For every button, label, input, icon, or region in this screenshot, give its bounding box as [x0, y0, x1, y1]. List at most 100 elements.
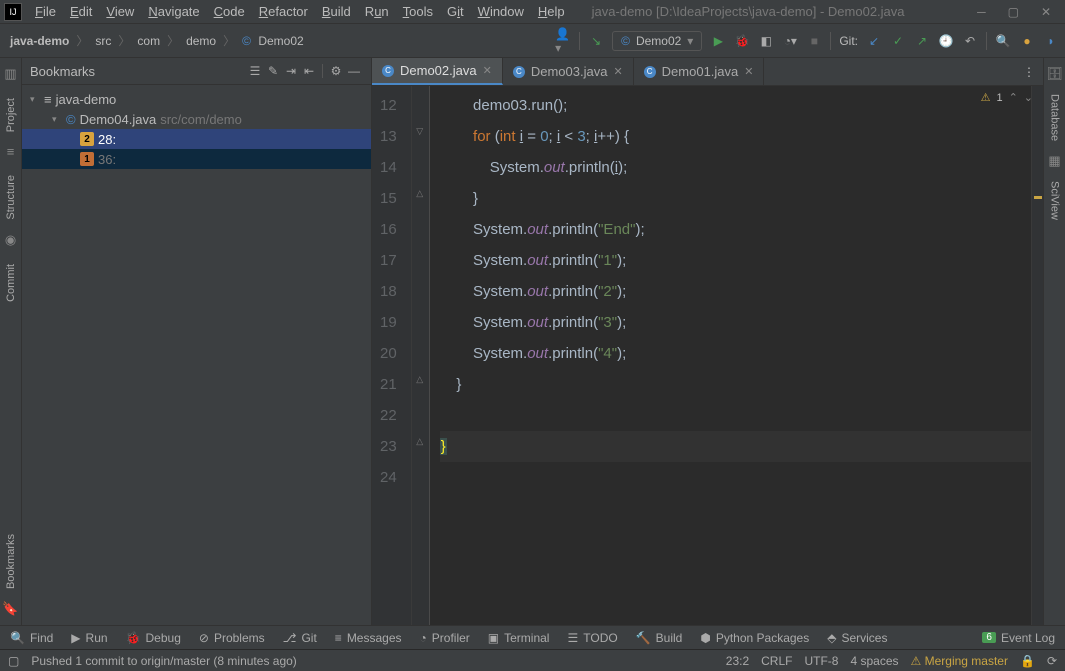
menu-file[interactable]: File — [28, 4, 63, 19]
menu-help[interactable]: Help — [531, 4, 572, 19]
debug-icon[interactable]: 🐞 — [734, 33, 750, 49]
tool-event-log[interactable]: 6 Event Log — [982, 631, 1055, 645]
code-area[interactable]: 12131415161718192021222324 ▽ △ △ △ demo0… — [372, 86, 1043, 625]
tab-project[interactable]: Project — [3, 90, 19, 140]
tool-python[interactable]: ⬢ Python Packages — [700, 631, 809, 645]
maximize-icon[interactable]: ▢ — [1008, 5, 1019, 19]
bookmark-icon[interactable]: 🔖 — [2, 601, 18, 617]
sciview-icon[interactable]: ▦ — [1048, 153, 1060, 169]
class-icon: C — [382, 65, 394, 77]
tab-menu-icon[interactable]: ⋮ — [1015, 58, 1043, 85]
sync-icon[interactable]: ⟳ — [1047, 654, 1057, 668]
ide-settings-icon[interactable]: ● — [1019, 33, 1035, 49]
minimize-icon[interactable]: ─ — [977, 5, 986, 19]
tab-bookmarks[interactable]: Bookmarks — [3, 526, 19, 597]
line-gutter[interactable]: 12131415161718192021222324 — [372, 86, 412, 625]
menu-navigate[interactable]: Navigate — [141, 4, 206, 19]
close-tab-icon[interactable]: ✕ — [744, 65, 753, 78]
collapse-icon[interactable]: ⇥ — [282, 64, 300, 78]
tool-services[interactable]: ⬘ Services — [827, 631, 887, 645]
git-update-icon[interactable]: ↙ — [866, 33, 882, 49]
close-tab-icon[interactable]: ✕ — [483, 64, 492, 77]
tool-debug[interactable]: 🐞 Debug — [126, 631, 181, 645]
code-content[interactable]: demo03.run(); for (int i = 0; i < 3; i++… — [430, 86, 1031, 625]
error-stripe[interactable] — [1031, 86, 1043, 625]
inspection-widget[interactable]: ⚠1 ⌃⌄ — [981, 91, 1033, 104]
editor-tab[interactable]: C Demo03.java ✕ — [503, 58, 634, 85]
build-icon[interactable]: ↘ — [588, 33, 604, 49]
tool-profiler[interactable]: ◔ Profiler — [420, 631, 470, 645]
git-rollback-icon[interactable]: ↶ — [962, 33, 978, 49]
gear-icon[interactable]: ⚙ — [327, 64, 345, 78]
tool-build[interactable]: 🔨 Build — [636, 631, 683, 645]
tab-sciview[interactable]: SciView — [1047, 173, 1063, 228]
avatar-icon[interactable]: ◗ — [1043, 33, 1059, 49]
profile-icon[interactable]: ◔▾ — [782, 33, 798, 49]
coverage-icon[interactable]: ◧ — [758, 33, 774, 49]
breadcrumb-item[interactable]: © Demo02 — [238, 34, 308, 48]
git-push-icon[interactable]: ↗ — [914, 33, 930, 49]
tool-todo[interactable]: ☰ TODO — [567, 631, 617, 645]
close-icon[interactable]: ✕ — [1041, 5, 1051, 19]
lock-icon[interactable]: 🔒 — [1020, 654, 1035, 668]
breadcrumb-item[interactable]: java-demo — [6, 34, 73, 48]
edit-icon[interactable]: ✎ — [264, 64, 282, 78]
menu-window[interactable]: Window — [471, 4, 531, 19]
bookmark-tree: ▾≡java-demo ▾ © Demo04.java src/com/demo… — [22, 85, 371, 173]
line-separator[interactable]: CRLF — [761, 654, 792, 668]
breadcrumb-item[interactable]: demo — [182, 34, 220, 48]
menu-build[interactable]: Build — [315, 4, 358, 19]
stop-icon[interactable]: ■ — [806, 33, 822, 49]
tool-git[interactable]: ⎇ Git — [283, 631, 317, 645]
caret-position[interactable]: 23:2 — [726, 654, 749, 668]
indent-settings[interactable]: 4 spaces — [850, 654, 898, 668]
menu-edit[interactable]: Edit — [63, 4, 99, 19]
database-icon[interactable]: 🗄 — [1046, 66, 1063, 82]
menu-tools[interactable]: Tools — [396, 4, 440, 19]
folder-icon[interactable]: ▥ — [4, 66, 16, 82]
tool-problems[interactable]: ⊘ Problems — [199, 631, 265, 645]
run-icon[interactable]: ▶ — [710, 33, 726, 49]
tab-commit[interactable]: Commit — [3, 256, 19, 310]
menu-run[interactable]: Run — [358, 4, 396, 19]
tool-find[interactable]: 🔍 Find — [10, 631, 53, 645]
close-tab-icon[interactable]: ✕ — [613, 65, 622, 78]
toolwindow-toggle-icon[interactable]: ▢ — [8, 654, 19, 668]
file-encoding[interactable]: UTF-8 — [804, 654, 838, 668]
search-icon[interactable]: 🔍 — [995, 33, 1011, 49]
expand-icon[interactable]: ⇤ — [300, 64, 318, 78]
tree-file[interactable]: ▾ © Demo04.java src/com/demo — [22, 109, 371, 129]
breadcrumb-item[interactable]: com — [133, 34, 164, 48]
left-tool-gutter: ▥ Project ≡ Structure ◉ Commit Bookmarks… — [0, 58, 22, 625]
fold-gutter[interactable]: ▽ △ △ △ — [412, 86, 430, 625]
run-config-selector[interactable]: ©Demo02▾ — [612, 31, 702, 51]
git-commit-icon[interactable]: ✓ — [890, 33, 906, 49]
tool-run[interactable]: ▶ Run — [71, 631, 107, 645]
hide-icon[interactable]: — — [345, 64, 363, 78]
structure-icon[interactable]: ≡ — [7, 144, 15, 159]
tree-root[interactable]: ▾≡java-demo — [22, 89, 371, 109]
git-label: Git: — [839, 34, 858, 48]
menu-view[interactable]: View — [99, 4, 141, 19]
user-icon[interactable]: 👤▾ — [555, 33, 571, 49]
menu-refactor[interactable]: Refactor — [252, 4, 315, 19]
tool-terminal[interactable]: ▣ Terminal — [488, 631, 550, 645]
git-branch[interactable]: ⚠ Merging master — [911, 654, 1008, 668]
git-history-icon[interactable]: 🕘 — [938, 33, 954, 49]
editor-tab[interactable]: C Demo02.java ✕ — [372, 58, 503, 85]
editor-tab[interactable]: C Demo01.java ✕ — [634, 58, 765, 85]
menu-code[interactable]: Code — [207, 4, 252, 19]
tab-structure[interactable]: Structure — [3, 167, 19, 228]
tool-messages[interactable]: ≡ Messages — [335, 631, 402, 645]
right-tool-gutter: 🗄 Database ▦ SciView — [1043, 58, 1065, 625]
breadcrumb-item[interactable]: src — [91, 34, 115, 48]
menubar: IJ File Edit View Navigate Code Refactor… — [0, 0, 1065, 24]
bookmark-item[interactable]: 1 36: — [22, 149, 371, 169]
commit-icon[interactable]: ◉ — [5, 232, 16, 248]
tab-database[interactable]: Database — [1047, 86, 1063, 149]
new-list-icon[interactable]: ☰ — [246, 64, 264, 78]
navbar: java-demo〉 src〉 com〉 demo〉 © Demo02 👤▾ ↘… — [0, 24, 1065, 58]
bookmark-item[interactable]: 2 28: — [22, 129, 371, 149]
menu-git[interactable]: Git — [440, 4, 471, 19]
class-icon: C — [644, 66, 656, 78]
